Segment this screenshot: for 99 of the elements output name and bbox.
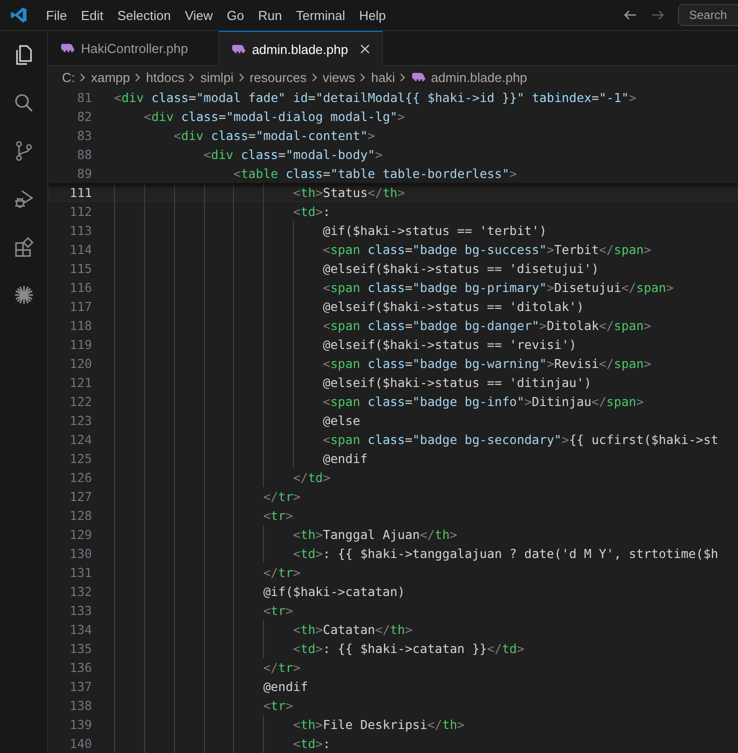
- line-number: 138: [68, 697, 92, 715]
- line-number: 89: [76, 165, 92, 183]
- line-number: 116: [68, 279, 92, 297]
- breadcrumb-item[interactable]: C:: [62, 70, 75, 84]
- line-number: 137: [68, 678, 92, 696]
- code-line: <td>:: [292, 736, 330, 751]
- code-line: <td>:: [292, 204, 330, 219]
- chevron-icon: [238, 72, 245, 82]
- breadcrumb-item[interactable]: resources: [250, 70, 307, 84]
- line-number: 129: [68, 526, 92, 544]
- code-line: <div class="modal-body">: [202, 147, 383, 162]
- elephant-icon: [230, 44, 246, 54]
- code-line: </tr>: [262, 489, 301, 504]
- breadcrumb-item[interactable]: haki: [371, 70, 396, 84]
- elephant-icon: [411, 72, 426, 82]
- line-number: 133: [68, 602, 92, 620]
- menu-item[interactable]: Help: [353, 4, 392, 26]
- code-line: <tr>: [262, 698, 294, 713]
- breadcrumb-item[interactable]: xampp: [91, 70, 130, 84]
- breadcrumb-item[interactable]: htdocs: [146, 70, 184, 84]
- line-number: 122: [68, 393, 92, 411]
- line-number: 132: [68, 583, 92, 601]
- code-line: <div class="modal-content">: [172, 128, 376, 143]
- code-line: <td>: {{ $haki->catatan }}</td>: [292, 641, 524, 656]
- breadcrumb-item[interactable]: views: [322, 70, 356, 84]
- code-line: <th>Catatan</th>: [292, 622, 412, 637]
- line-number: 119: [68, 336, 92, 354]
- code-line: @if($haki->catatan): [262, 584, 405, 599]
- line-number: 124: [68, 431, 92, 449]
- menu-item[interactable]: Run: [252, 4, 288, 26]
- code-line: <div class="modal fade" id="detailModal{{ $haki->id }}" tabindex="-1">: [114, 90, 636, 105]
- line-number: 114: [68, 241, 92, 259]
- line-number: 135: [68, 640, 92, 658]
- app-logo-icon[interactable]: [10, 6, 28, 24]
- code-line: @endif: [262, 679, 308, 694]
- code-line: <tr>: [262, 508, 294, 523]
- line-number: 140: [68, 735, 92, 753]
- line-number: 134: [68, 621, 92, 639]
- code-line: @elseif($haki->status == 'disetujui'): [322, 261, 599, 276]
- code-line: <th>File Deskripsi</th>: [292, 717, 465, 732]
- code-line: <span class="badge bg-primary">Disetujui</span>: [322, 280, 674, 295]
- menu-item[interactable]: View: [178, 4, 219, 26]
- line-number: 115: [68, 260, 92, 278]
- chevron-icon: [359, 72, 366, 82]
- code-line: </tr>: [262, 660, 301, 675]
- line-number: 136: [68, 659, 92, 677]
- line-number: 127: [68, 488, 92, 506]
- chevron-icon: [188, 72, 196, 82]
- line-number: 117: [68, 298, 92, 316]
- line-number: 82: [76, 108, 92, 126]
- code-line: <div class="modal-dialog modal-lg">: [142, 109, 405, 124]
- code-line: @endif: [322, 451, 368, 466]
- code-line: @if($haki->status == 'terbit'): [322, 223, 547, 238]
- line-number: 139: [68, 716, 92, 734]
- breadcrumb-item[interactable]: admin.blade.php: [431, 70, 528, 84]
- code-line: <span class="badge bg-secondary">{{ ucfirst($haki->st: [322, 432, 718, 447]
- code-line: <tr>: [262, 603, 294, 618]
- code-line: @elseif($haki->status == 'ditinjau'): [322, 375, 592, 390]
- search-field[interactable]: Search: [678, 4, 738, 26]
- line-number: 118: [68, 317, 92, 335]
- elephant-icon: [60, 43, 75, 54]
- breadcrumb-item[interactable]: simlpi: [200, 70, 234, 84]
- chevron-icon: [134, 72, 142, 82]
- code-line: <span class="badge bg-info">Ditinjau</span>: [322, 394, 644, 409]
- chevron-icon: [79, 72, 86, 82]
- code-line: </td>: [292, 470, 330, 485]
- line-number: 83: [76, 127, 92, 145]
- line-number: 113: [68, 222, 92, 240]
- line-number: 130: [68, 545, 92, 563]
- code-line: <td>: {{ $haki->tanggalajuan ? date('d M Y', strtotime($h: [292, 546, 718, 561]
- line-number: 88: [76, 146, 92, 164]
- line-number: 123: [68, 412, 92, 430]
- code-line: </tr>: [262, 565, 301, 580]
- menu-item[interactable]: File: [40, 4, 73, 26]
- line-number: 112: [68, 203, 92, 221]
- menu-item[interactable]: Selection: [111, 4, 177, 26]
- file-tab[interactable]: admin.blade.php: [218, 31, 384, 66]
- menu-item[interactable]: Terminal: [290, 4, 352, 26]
- line-number: 121: [68, 374, 92, 392]
- menu-item[interactable]: Go: [220, 4, 250, 26]
- line-number: 125: [68, 450, 92, 468]
- code-line: <span class="badge bg-warning">Revisi</span>: [322, 356, 652, 371]
- code-line: <table class="table table-borderless">: [232, 166, 517, 181]
- code-line: @elseif($haki->status == 'ditolak'): [322, 299, 584, 314]
- line-number: 120: [68, 355, 92, 373]
- code-line: <th>Status</th>: [292, 185, 405, 200]
- code-line: <th>Tanggal Ajuan</th>: [292, 527, 458, 542]
- chevron-icon: [399, 72, 406, 82]
- line-number: 111: [68, 184, 92, 202]
- code-line: <span class="badge bg-success">Terbit</span>: [322, 242, 652, 257]
- code-line: @else: [322, 413, 360, 428]
- line-number: 128: [68, 507, 92, 525]
- menu-item[interactable]: Edit: [74, 4, 110, 26]
- line-number: 81: [76, 89, 92, 107]
- line-number: 126: [68, 469, 92, 487]
- line-number: 131: [68, 564, 92, 582]
- code-line: @elseif($haki->status == 'revisi'): [322, 337, 577, 352]
- chevron-icon: [310, 72, 318, 82]
- code-line: <span class="badge bg-danger">Ditolak</span>: [322, 318, 652, 333]
